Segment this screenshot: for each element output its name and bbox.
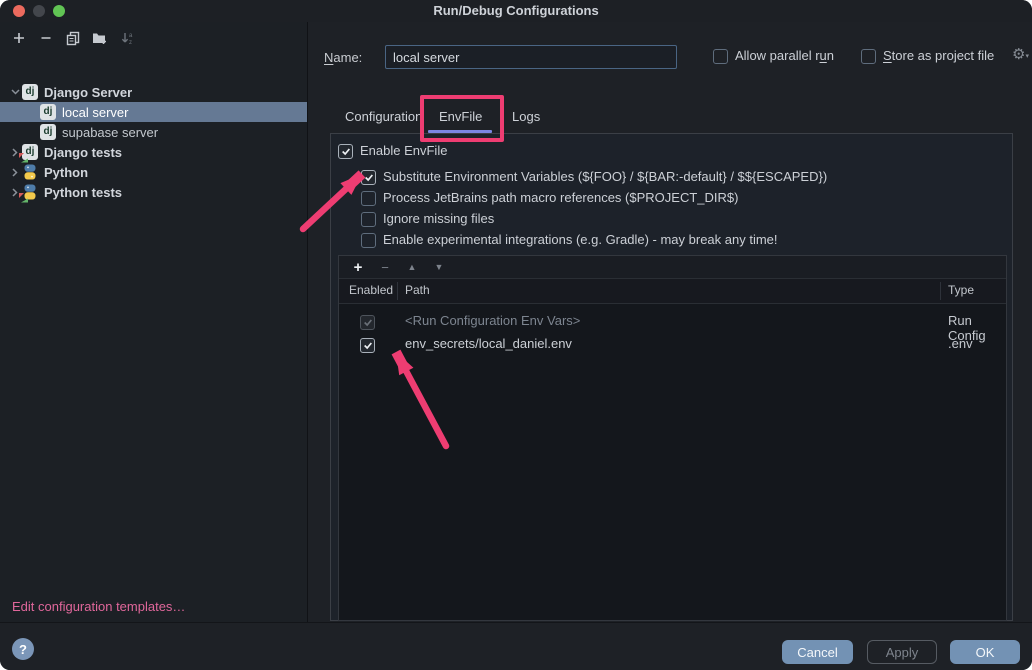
env-files-table: + − ▲ ▼ Enabled Path Type <Run Configura… — [338, 255, 1007, 621]
ok-button[interactable]: OK — [950, 640, 1020, 664]
help-button[interactable]: ? — [12, 638, 34, 660]
dialog-footer: ? Cancel Apply OK — [0, 622, 1032, 670]
tab-logs[interactable]: Logs — [512, 109, 540, 131]
copy-configuration-icon[interactable] — [64, 29, 82, 47]
process-path-macro-checkbox[interactable]: Process JetBrains path macro references … — [361, 187, 738, 208]
table-header: Enabled Path Type — [339, 279, 1006, 304]
store-settings-gear-icon[interactable]: ⚙▾ — [1012, 47, 1029, 62]
sort-alphabetically-icon[interactable]: a z — [118, 29, 136, 47]
tree-item-supabase-server[interactable]: dj supabase server — [0, 122, 307, 142]
checkbox-checked[interactable] — [361, 170, 376, 185]
new-folder-icon[interactable] — [91, 29, 109, 47]
move-up-button[interactable]: ▲ — [405, 262, 419, 272]
svg-text:a: a — [129, 33, 133, 39]
configurations-sidebar: a z dj Django Server dj local server — [0, 22, 308, 622]
tree-item-local-server[interactable]: dj local server — [0, 102, 307, 122]
sidebar-toolbar: a z — [0, 25, 136, 51]
django-icon: dj — [40, 124, 56, 140]
checkbox-unchecked[interactable] — [361, 233, 376, 248]
chevron-down-icon[interactable] — [8, 89, 22, 95]
remove-env-file-button[interactable]: − — [378, 260, 392, 275]
experimental-integrations-checkbox[interactable]: Enable experimental integrations (e.g. G… — [361, 229, 778, 250]
envfile-panel: Enable EnvFile Substitute Environment Va… — [330, 133, 1013, 621]
checkbox-unchecked[interactable] — [361, 212, 376, 227]
column-header-type: Type — [948, 283, 974, 297]
chevron-right-icon[interactable] — [8, 168, 22, 177]
tab-configuration[interactable]: Configuration — [345, 109, 422, 131]
add-configuration-button[interactable] — [10, 29, 28, 47]
substitute-env-vars-checkbox[interactable]: Substitute Environment Variables (${FOO}… — [361, 166, 827, 187]
checkbox-unchecked[interactable] — [861, 49, 876, 64]
tree-item-django-server[interactable]: dj Django Server — [0, 82, 307, 102]
ignore-missing-files-checkbox[interactable]: Ignore missing files — [361, 208, 494, 229]
apply-button[interactable]: Apply — [867, 640, 937, 664]
python-tests-icon — [22, 184, 38, 200]
cancel-button[interactable]: Cancel — [782, 640, 853, 664]
checkbox-unchecked[interactable] — [361, 191, 376, 206]
allow-parallel-run-checkbox[interactable]: Allow parallel run — [713, 48, 834, 64]
remove-configuration-button[interactable] — [37, 29, 55, 47]
column-header-path: Path — [405, 283, 430, 297]
checkbox-checked-disabled — [360, 315, 375, 330]
checkbox-checked[interactable] — [338, 144, 353, 159]
edit-configuration-templates-link[interactable]: Edit configuration templates… — [12, 599, 185, 614]
table-row[interactable]: <Run Configuration Env Vars> Run Config — [339, 310, 1006, 333]
svg-text:z: z — [129, 40, 132, 46]
run-debug-configurations-dialog: Run/Debug Configurations — [0, 0, 1032, 670]
django-icon: dj — [40, 104, 56, 120]
env-row-path: env_secrets/local_daniel.env — [405, 336, 572, 351]
tree-item-django-tests[interactable]: dj Django tests — [0, 142, 307, 162]
window-title: Run/Debug Configurations — [0, 3, 1032, 18]
titlebar: Run/Debug Configurations — [0, 0, 1032, 22]
move-down-button[interactable]: ▼ — [432, 262, 446, 272]
python-icon — [22, 164, 38, 180]
name-input[interactable] — [385, 45, 677, 69]
enable-envfile-checkbox[interactable]: Enable EnvFile — [338, 140, 447, 161]
store-as-project-file-checkbox[interactable]: Store as project file — [861, 48, 994, 64]
table-toolbar: + − ▲ ▼ — [339, 256, 1006, 279]
tab-envfile[interactable]: EnvFile — [439, 109, 482, 131]
env-row-path: <Run Configuration Env Vars> — [405, 313, 580, 328]
django-tests-icon: dj — [22, 144, 38, 160]
table-row[interactable]: env_secrets/local_daniel.env .env — [339, 333, 1006, 356]
add-env-file-button[interactable]: + — [351, 259, 365, 276]
tree-item-python-tests[interactable]: Python tests — [0, 182, 307, 202]
django-icon: dj — [22, 84, 38, 100]
name-label: Name: — [324, 50, 362, 65]
column-header-enabled: Enabled — [349, 283, 393, 297]
tree-item-python[interactable]: Python — [0, 162, 307, 182]
checkbox-checked[interactable] — [360, 338, 375, 353]
env-row-type: .env — [948, 336, 973, 351]
checkbox-unchecked[interactable] — [713, 49, 728, 64]
